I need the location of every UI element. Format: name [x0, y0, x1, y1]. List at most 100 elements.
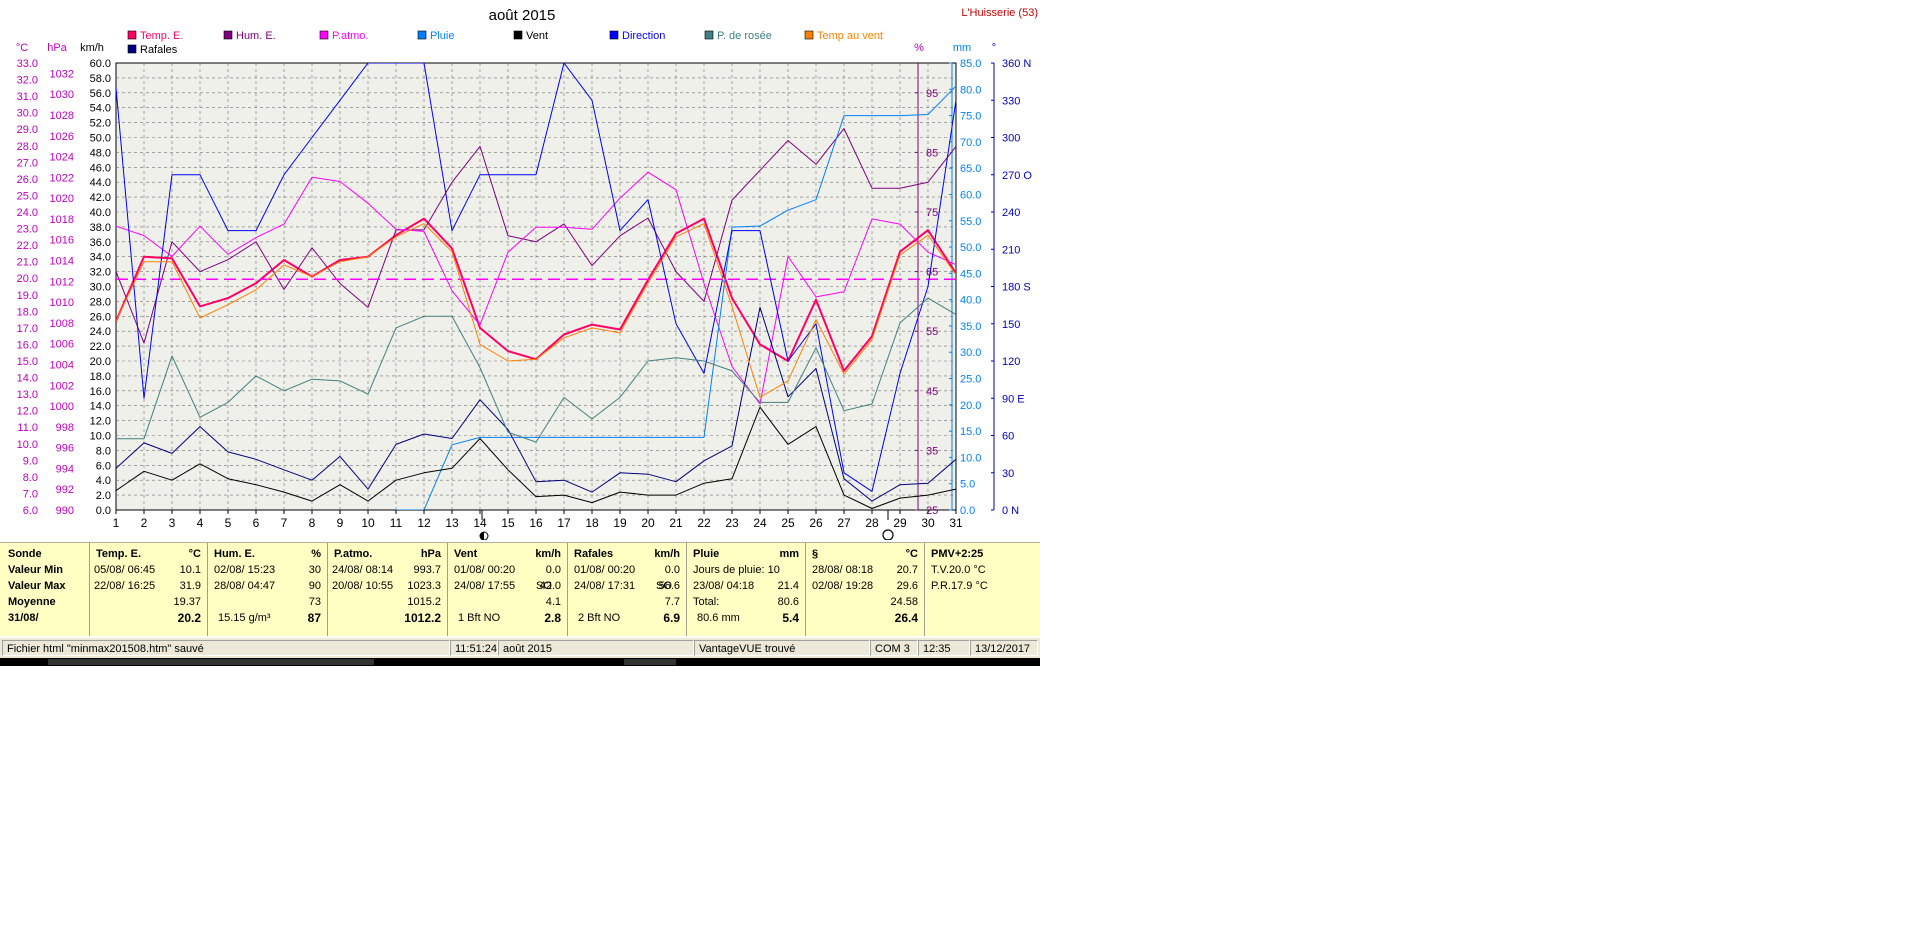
y-tick-label-pressure_hpa: 1026 — [50, 131, 74, 143]
y-tick-label-wind_kmh: 48.0 — [90, 147, 111, 159]
x-tick-label: 4 — [197, 516, 204, 530]
legend-swatch — [804, 30, 814, 40]
y-tick-label-temp_c: 25.0 — [17, 190, 38, 202]
y-tick-label-rain_mm: 55.0 — [960, 216, 981, 228]
y-tick-label-wind_kmh: 60.0 — [90, 58, 111, 70]
y-tick-label-rain_mm: 15.0 — [960, 426, 981, 438]
x-tick-label: 21 — [669, 516, 683, 530]
y-tick-label-temp_c: 32.0 — [17, 75, 38, 87]
pmv-tv: T.V.20.0 °C — [931, 564, 986, 576]
x-tick-label: 5 — [225, 516, 232, 530]
gust-header: Rafales — [574, 548, 614, 560]
status-time: 11:51:24 — [450, 640, 498, 656]
hum-unit: % — [311, 548, 321, 560]
x-tick-label: 20 — [641, 516, 655, 530]
y-tick-label-pressure_hpa: 1032 — [50, 68, 74, 80]
y-tick-label-direction_deg: 120 — [1002, 356, 1020, 368]
monthly-weather-chart[interactable]: 1 2 3 4 5 6 7 8 9 10 11 12 13 14 15 16 17 18 19 20 21 22 23 24 2… — [0, 0, 1040, 540]
hum-last: 87 — [307, 611, 321, 625]
y-tick-label-wind_kmh: 40.0 — [90, 207, 111, 219]
y-tick-label-temp_c: 27.0 — [17, 157, 38, 169]
row-label-min: Valeur Min — [8, 564, 64, 576]
patmo-last: 1012.2 — [404, 611, 441, 625]
x-tick-label: 13 — [445, 516, 459, 530]
y-tick-label-wind_kmh: 26.0 — [90, 311, 111, 323]
y-tick-label-pressure_hpa: 994 — [56, 463, 74, 475]
gust-avg: 7.7 — [664, 596, 680, 608]
y-tick-label-pressure_hpa: 1012 — [50, 276, 74, 288]
wind-max-time: 24/08/ 17:55 — [454, 580, 516, 592]
y-tick-label-temp_c: 18.0 — [17, 306, 38, 318]
y-tick-label-temp_c: 29.0 — [17, 124, 38, 136]
x-tick-label: 11 — [390, 516, 403, 530]
y-tick-label-wind_kmh: 32.0 — [90, 267, 111, 279]
x-tick-label: 10 — [361, 516, 375, 530]
y-tick-label-pressure_hpa: 998 — [56, 422, 74, 434]
y-tick-label-rain_mm: 30.0 — [960, 347, 981, 359]
y-tick-label-temp_c: 23.0 — [17, 224, 38, 236]
y-tick-label-rain_mm: 80.0 — [960, 84, 981, 96]
y-tick-label-temp_c: 14.0 — [17, 373, 38, 385]
x-tick-label: 28 — [865, 516, 879, 530]
status-month: août 2015 — [498, 640, 694, 656]
y-tick-label-wind_kmh: 36.0 — [90, 237, 111, 249]
y-tick-label-pressure_hpa: 992 — [56, 484, 74, 496]
patmo-header: P.atmo. — [334, 548, 373, 560]
y-tick-label-pressure_hpa: 996 — [56, 443, 74, 455]
patmo-min-value: 993.7 — [413, 564, 441, 576]
s-unit: °C — [905, 548, 918, 560]
x-tick-label: 30 — [921, 516, 935, 530]
legend-swatch — [704, 30, 714, 40]
y-tick-label-humidity_pct: 35 — [926, 445, 938, 457]
y-tick-label-wind_kmh: 18.0 — [90, 371, 111, 383]
y-tick-label-pressure_hpa: 1020 — [50, 193, 74, 205]
y-tick-label-temp_c: 17.0 — [17, 323, 38, 335]
legend-label: P. de rosée — [717, 30, 772, 42]
patmo-min-time: 24/08/ 08:14 — [332, 564, 394, 576]
unit-label: hPa — [47, 42, 67, 54]
hum-header: Hum. E. — [214, 548, 255, 560]
y-tick-label-humidity_pct: 95 — [926, 88, 938, 100]
stats-col-gusts: Rafales km/h 01/08/ 00:20 0.0 24/08/ 17:… — [568, 543, 687, 636]
station-name: L'Huisserie (53) — [961, 7, 1038, 19]
taskbar-strip — [0, 658, 1040, 666]
unit-label: °C — [16, 42, 28, 54]
stats-panel: Sonde Valeur Min Valeur Max Moyenne 31/0… — [0, 542, 1040, 636]
y-tick-label-wind_kmh: 6.0 — [96, 460, 111, 472]
y-tick-label-direction_deg: 180 S — [1002, 282, 1031, 294]
y-tick-label-wind_kmh: 58.0 — [90, 73, 111, 85]
s-header: § — [812, 548, 819, 560]
wind-last: 2.8 — [544, 611, 561, 625]
rain-total: 80.6 — [777, 596, 799, 608]
y-tick-label-rain_mm: 85.0 — [960, 58, 981, 70]
y-tick-label-temp_c: 20.0 — [17, 273, 38, 285]
sonde-header: Sonde — [8, 548, 42, 560]
stats-col-pmv: PMV+2:25 T.V.20.0 °C P.R.17.9 °C — [925, 543, 1039, 636]
stats-col-wind: Vent km/h 01/08/ 00:20 0.0 24/08/ 17:55 … — [448, 543, 568, 636]
status-port: COM 3 — [870, 640, 918, 656]
s-max-value: 29.6 — [896, 580, 918, 592]
s-last: 26.4 — [894, 611, 918, 625]
unit-label: ° — [992, 42, 996, 54]
y-tick-label-pressure_hpa: 1022 — [50, 172, 74, 184]
y-tick-label-temp_c: 13.0 — [17, 389, 38, 401]
hum-max-value: 90 — [308, 580, 321, 592]
gust-last: 6.9 — [663, 611, 680, 625]
legend-label: Vent — [526, 30, 548, 42]
unit-label: % — [914, 42, 924, 54]
x-tick-label: 17 — [557, 516, 571, 530]
rain-last: 5.4 — [782, 611, 799, 625]
y-tick-label-rain_mm: 50.0 — [960, 242, 981, 254]
y-tick-label-humidity_pct: 55 — [926, 326, 938, 338]
y-tick-label-rain_mm: 35.0 — [960, 321, 981, 333]
legend-label: Direction — [622, 30, 665, 42]
y-tick-label-wind_kmh: 34.0 — [90, 252, 111, 264]
x-tick-label: 3 — [169, 516, 176, 530]
y-tick-label-direction_deg: 150 — [1002, 319, 1020, 331]
rain-unit: mm — [779, 548, 799, 560]
y-tick-label-direction_deg: 360 N — [1002, 58, 1031, 70]
y-tick-label-pressure_hpa: 1016 — [50, 235, 74, 247]
chart-title: août 2015 — [489, 7, 556, 24]
y-tick-label-direction_deg: 300 — [1002, 133, 1020, 145]
y-tick-label-temp_c: 7.0 — [23, 488, 38, 500]
